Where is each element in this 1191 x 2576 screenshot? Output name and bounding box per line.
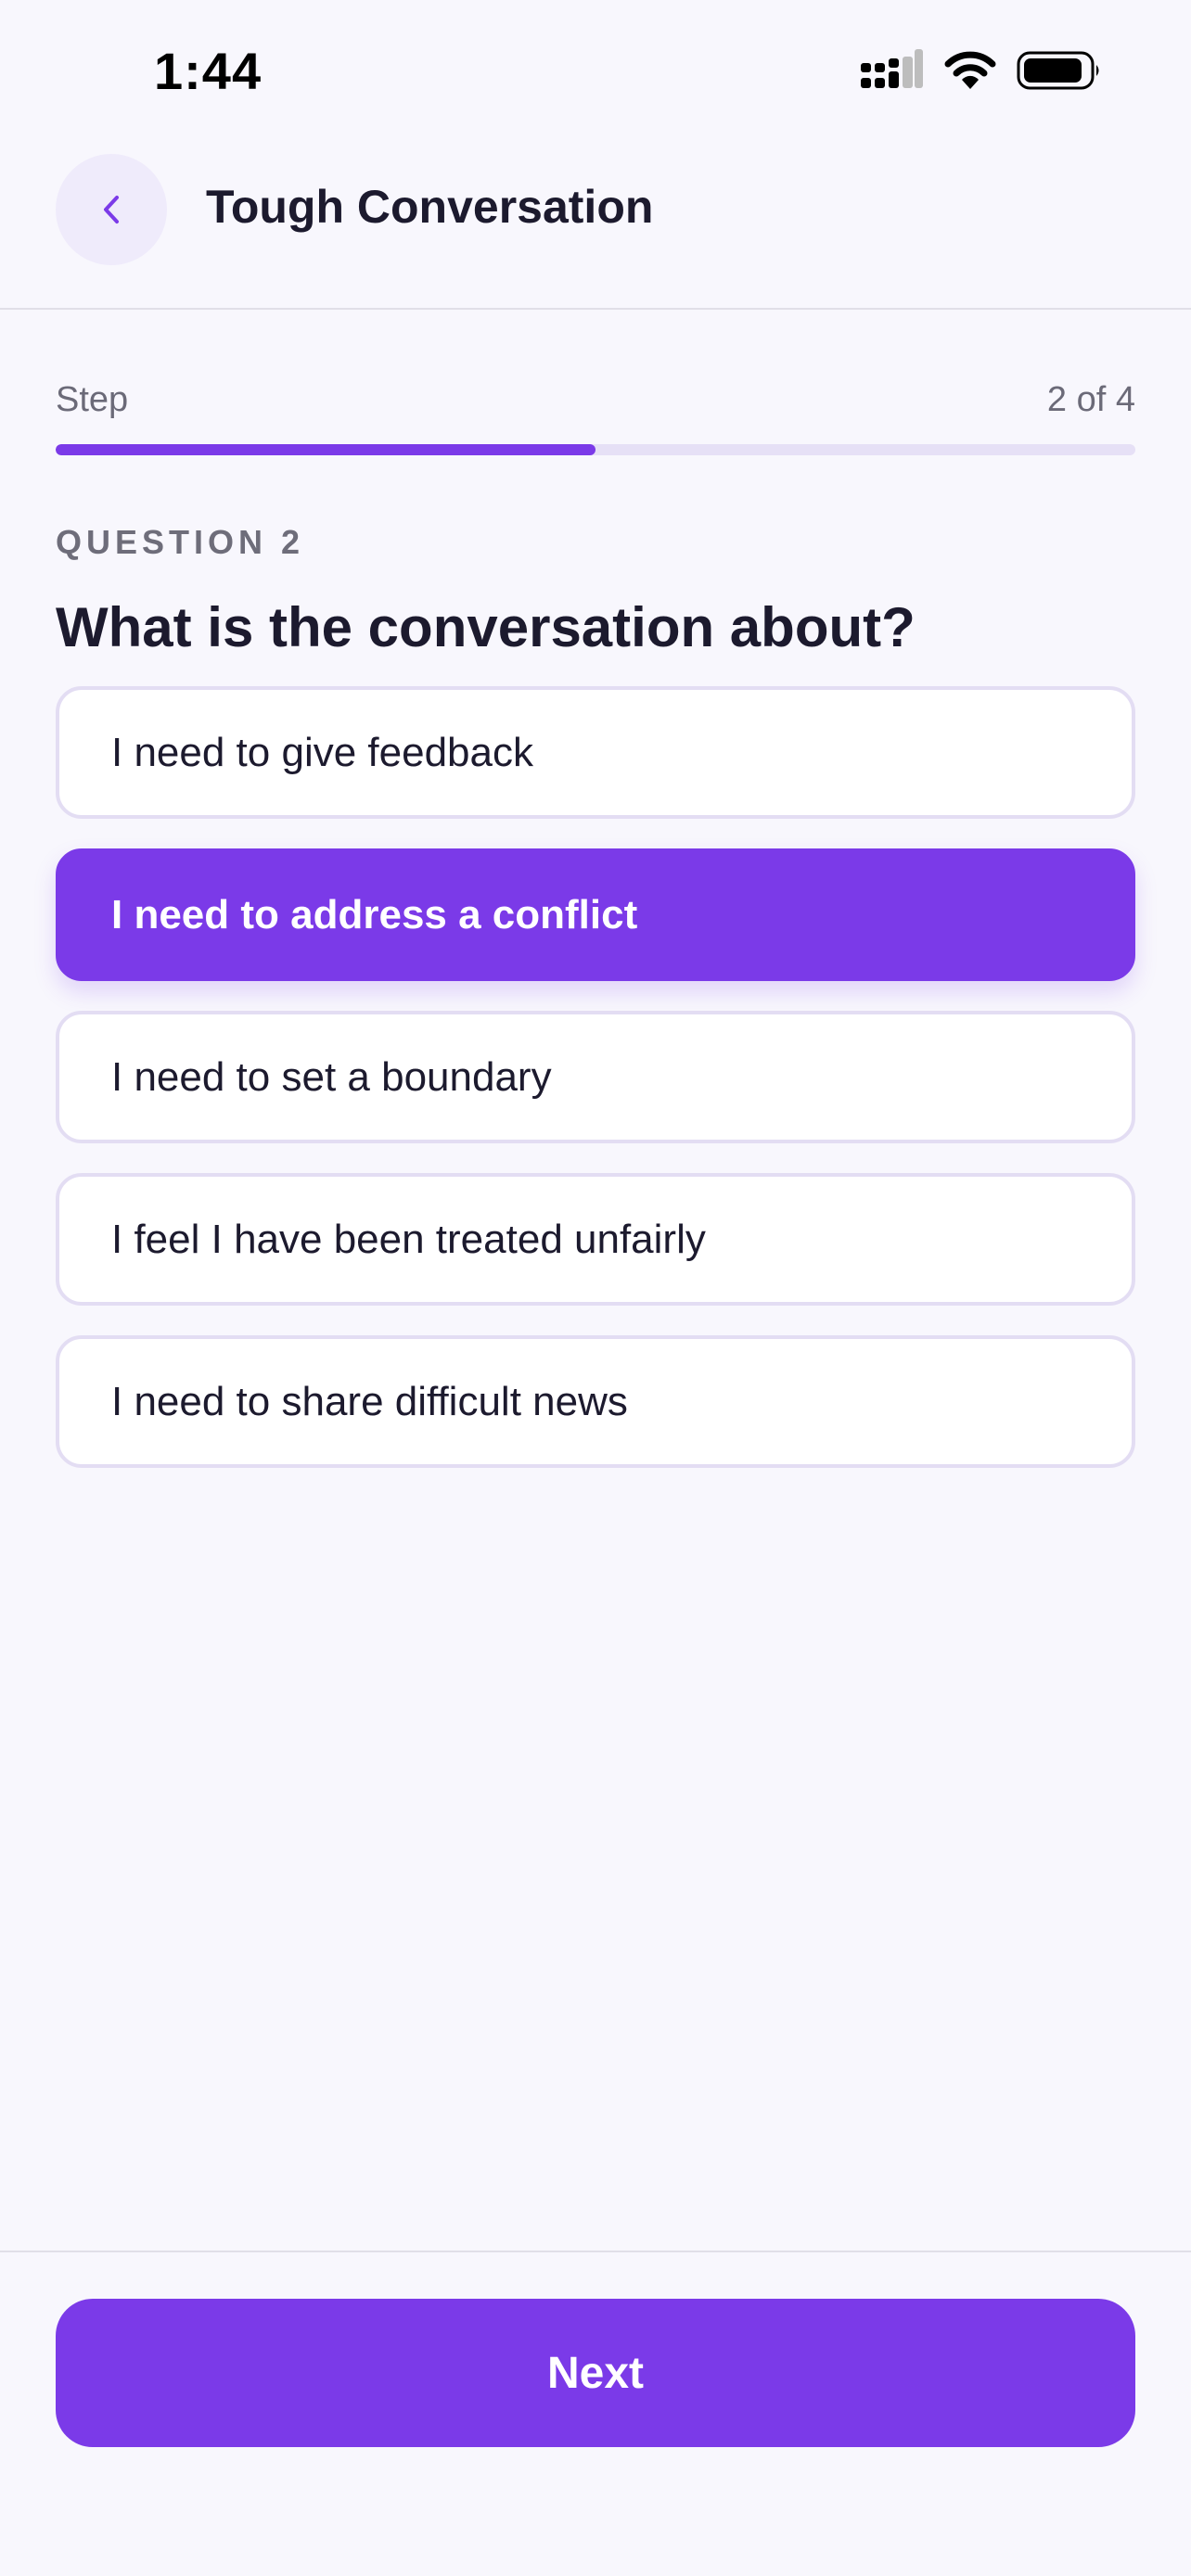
progress-fill: [56, 444, 596, 455]
wifi-icon: [944, 51, 996, 90]
option-treated-unfairly[interactable]: I feel I have been treated unfairly: [56, 1173, 1135, 1306]
screen: 1:44 Tough Conversation Step 2 of 4 QUES…: [0, 0, 1191, 2576]
chevron-left-icon: [99, 192, 123, 227]
status-bar: 1:44: [0, 0, 1191, 139]
question-text: What is the conversation about?: [56, 596, 916, 658]
question-number: QUESTION 2: [56, 523, 305, 561]
progress-bar: [56, 444, 1135, 455]
option-share-difficult-news[interactable]: I need to share difficult news: [56, 1335, 1135, 1468]
status-icons: [861, 48, 1102, 93]
option-address-conflict[interactable]: I need to address a conflict: [56, 848, 1135, 981]
back-button[interactable]: [56, 154, 167, 265]
page-title: Tough Conversation: [206, 181, 654, 233]
option-set-boundary[interactable]: I need to set a boundary: [56, 1011, 1135, 1143]
step-label: Step: [56, 380, 129, 419]
next-button[interactable]: Next: [56, 2299, 1135, 2447]
cellular-signal-icon: [861, 49, 924, 92]
footer: Next: [0, 2251, 1191, 2576]
option-give-feedback[interactable]: I need to give feedback: [56, 686, 1135, 819]
status-time: 1:44: [154, 42, 263, 100]
step-count: 2 of 4: [1046, 380, 1135, 419]
app-header: Tough Conversation: [0, 139, 1191, 310]
battery-icon: [1017, 51, 1102, 90]
answer-options: I need to give feedback I need to addres…: [56, 686, 1135, 1498]
